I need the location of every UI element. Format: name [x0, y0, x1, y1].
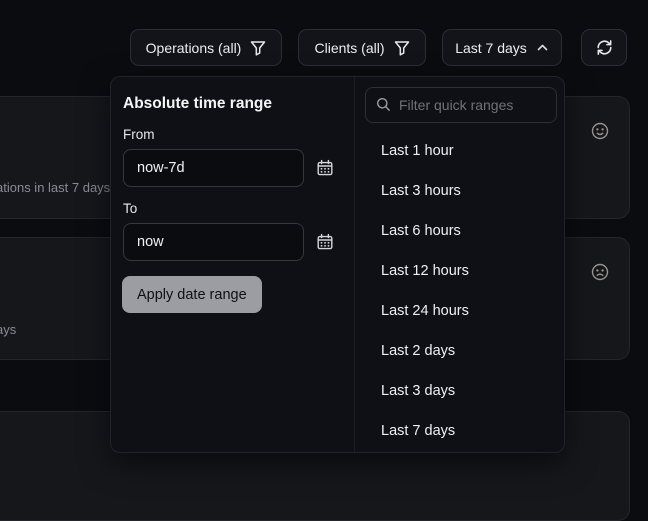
from-input[interactable] — [123, 149, 304, 187]
to-calendar-button[interactable] — [314, 231, 336, 253]
quick-range-item[interactable]: Last 24 hours — [365, 291, 563, 331]
apply-date-range-button[interactable]: Apply date range — [122, 276, 262, 313]
time-range-label: Last 7 days — [455, 40, 527, 56]
filter-funnel-icon — [250, 40, 266, 56]
quick-range-item[interactable]: Last 12 hours — [365, 251, 563, 291]
time-range-picker-screen: { "toolbar": { "operations": { "label": … — [0, 0, 648, 479]
panel-divider — [354, 77, 355, 452]
happy-face-icon — [589, 120, 611, 142]
quick-range-item[interactable]: Last 3 hours — [365, 171, 563, 211]
operations-filter-button[interactable]: Operations (all) — [130, 29, 282, 66]
time-range-dropdown: Absolute time range From To Apply — [110, 76, 565, 453]
absolute-time-range-heading: Absolute time range — [123, 95, 272, 113]
refresh-icon — [596, 39, 613, 56]
chevron-up-icon — [536, 41, 549, 54]
refresh-button[interactable] — [581, 29, 627, 66]
clients-filter-button[interactable]: Clients (all) — [298, 29, 426, 66]
card-1-subtitle-fragment: ations in last 7 days — [0, 180, 110, 195]
to-label: To — [123, 201, 137, 216]
from-calendar-button[interactable] — [314, 157, 336, 179]
time-range-button[interactable]: Last 7 days — [442, 29, 562, 66]
to-input[interactable] — [123, 223, 304, 261]
quick-range-item[interactable]: Last 2 days — [365, 331, 563, 371]
operations-filter-label: Operations (all) — [146, 40, 242, 56]
quick-range-item[interactable]: Last 3 days — [365, 371, 563, 411]
sad-face-icon — [589, 261, 611, 283]
quick-range-item[interactable]: Last 1 hour — [365, 131, 563, 171]
quick-range-item[interactable]: Last 7 days — [365, 411, 563, 451]
clients-filter-label: Clients (all) — [314, 40, 384, 56]
calendar-icon — [316, 159, 334, 177]
filter-funnel-icon — [394, 40, 410, 56]
card-2-subtitle-fragment: ays — [0, 322, 16, 337]
calendar-icon — [316, 233, 334, 251]
quick-range-item[interactable]: Last 6 hours — [365, 211, 563, 251]
quick-range-filter — [365, 87, 557, 123]
quick-range-list: Last 1 hour Last 3 hours Last 6 hours La… — [365, 131, 563, 451]
filter-quick-ranges-input[interactable] — [365, 87, 557, 123]
from-label: From — [123, 127, 155, 142]
